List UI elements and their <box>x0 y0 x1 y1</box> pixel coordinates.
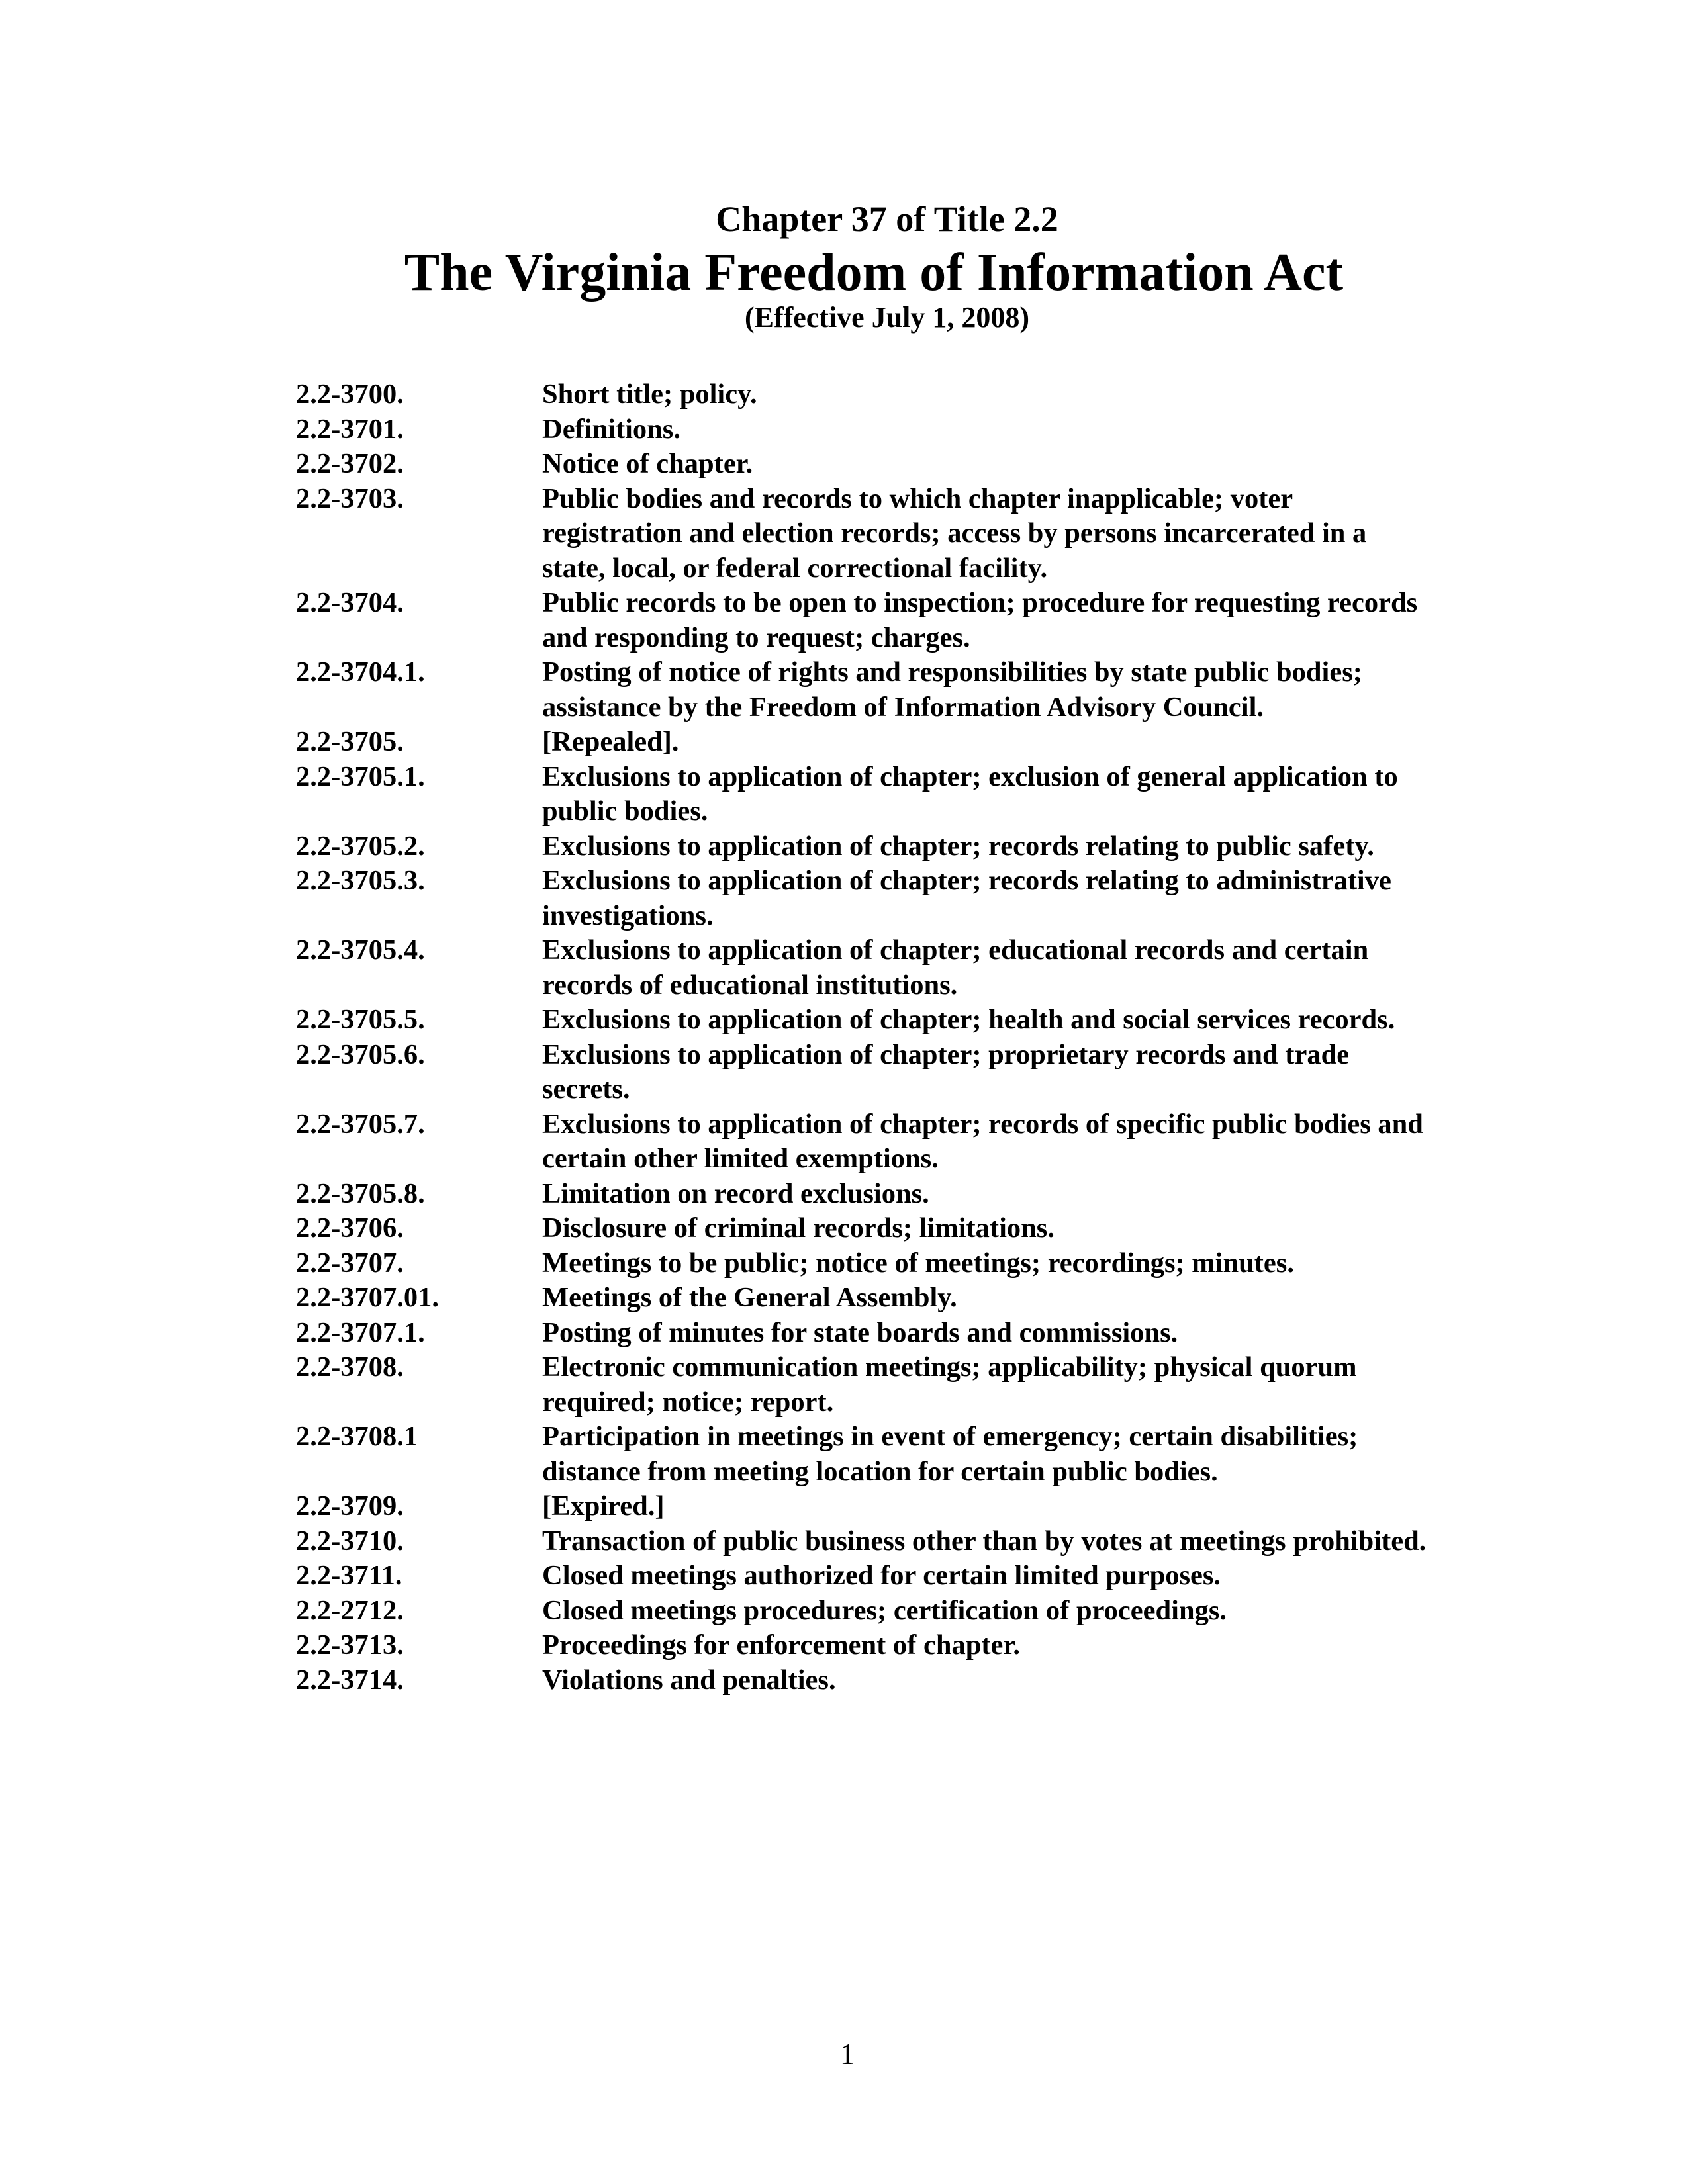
toc-entry: 2.2-3705. [Repealed]. <box>296 725 1461 760</box>
section-title: Closed meetings authorized for certain l… <box>542 1560 1221 1591</box>
section-title: Meetings of the General Assembly. <box>542 1282 957 1313</box>
section-title: Closed meetings procedures; certificatio… <box>542 1594 1227 1626</box>
section-number: 2.2-2712. <box>296 1594 404 1626</box>
section-title: Exclusions to application of chapter; pr… <box>542 1038 1350 1105</box>
section-number: 2.2-3710. <box>296 1525 404 1557</box>
section-number: 2.2-3700. <box>296 379 404 410</box>
section-title: Exclusions to application of chapter; he… <box>542 1004 1395 1035</box>
section-title: Electronic communication meetings; appli… <box>542 1351 1357 1418</box>
section-number: 2.2-3705.6. <box>296 1038 425 1070</box>
section-number: 2.2-3714. <box>296 1664 404 1696</box>
toc-entry: 2.2-3714. Violations and penalties. <box>296 1663 1461 1698</box>
section-title: Meetings to be public; notice of meeting… <box>542 1247 1294 1279</box>
section-number: 2.2-3702. <box>296 448 404 479</box>
section-title: Notice of chapter. <box>542 448 753 479</box>
toc-entry: 2.2-3705.8. Limitation on record exclusio… <box>296 1177 1461 1212</box>
section-number: 2.2-3711. <box>296 1560 402 1591</box>
toc-entry: 2.2-3705.6. Exclusions to application of … <box>296 1038 1461 1107</box>
toc-entry: 2.2-3702. Notice of chapter. <box>296 447 1461 482</box>
toc-entry: 2.2-3706. Disclosure of criminal records;… <box>296 1211 1461 1246</box>
section-number: 2.2-3707. <box>296 1247 404 1279</box>
section-title: Violations and penalties. <box>542 1664 836 1696</box>
section-number: 2.2-3708.1 <box>296 1421 418 1452</box>
toc-entry: 2.2-3705.5. Exclusions to application of … <box>296 1003 1461 1038</box>
toc-entry: 2.2-3704. Public records to be open to in… <box>296 586 1461 655</box>
section-number: 2.2-3705.1. <box>296 760 425 792</box>
toc-entry: 2.2-2712. Closed meetings procedures; cer… <box>296 1594 1461 1629</box>
section-number: 2.2-3705.5. <box>296 1004 425 1035</box>
section-title: Exclusions to application of chapter; re… <box>542 865 1391 931</box>
toc-entry: 2.2-3708.1 Participation in meetings in e… <box>296 1420 1461 1489</box>
section-number: 2.2-3701. <box>296 413 404 445</box>
section-title: Definitions. <box>542 413 680 445</box>
section-title: Proceedings for enforcement of chapter. <box>542 1629 1020 1661</box>
section-title: Public records to be open to inspection;… <box>542 587 1418 653</box>
toc-entry: 2.2-3704.1. Posting of notice of rights a… <box>296 655 1461 725</box>
effective-date: (Effective July 1, 2008) <box>744 301 1030 334</box>
toc-entry: 2.2-3707. Meetings to be public; notice o… <box>296 1246 1461 1281</box>
toc-entry: 2.2-3701. Definitions. <box>296 412 1461 447</box>
toc-entry: 2.2-3711. Closed meetings authorized for … <box>296 1559 1461 1594</box>
toc-entry: 2.2-3708. Electronic communication meetin… <box>296 1350 1461 1420</box>
section-title: Exclusions to application of chapter; ed… <box>542 934 1369 1001</box>
section-number: 2.2-3706. <box>296 1212 404 1244</box>
section-number: 2.2-3705.8. <box>296 1177 425 1209</box>
toc-entry: 2.2-3707.1. Posting of minutes for state … <box>296 1316 1461 1351</box>
toc-entry: 2.2-3700. Short title; policy. <box>296 377 1461 412</box>
section-title: Participation in meetings in event of em… <box>542 1421 1358 1487</box>
section-title: Posting of minutes for state boards and … <box>542 1316 1178 1348</box>
section-number: 2.2-3709. <box>296 1490 404 1522</box>
section-number: 2.2-3707.01. <box>296 1282 440 1313</box>
toc-entry: 2.2-3705.4. Exclusions to application of … <box>296 933 1461 1003</box>
section-number: 2.2-3704. <box>296 587 404 618</box>
toc-entry: 2.2-3703. Public bodies and records to wh… <box>296 482 1461 586</box>
section-number: 2.2-3708. <box>296 1351 404 1383</box>
section-title: Limitation on record exclusions. <box>542 1177 929 1209</box>
section-title: Disclosure of criminal records; limitati… <box>542 1212 1055 1244</box>
section-title: Posting of notice of rights and responsi… <box>542 657 1362 723</box>
toc-entry: 2.2-3705.3. Exclusions to application of … <box>296 864 1461 933</box>
section-number: 2.2-3713. <box>296 1629 404 1661</box>
section-title: Exclusions to application of chapter; re… <box>542 1108 1423 1175</box>
page-number: 1 <box>840 2038 855 2070</box>
section-number: 2.2-3705.4. <box>296 934 425 966</box>
chapter-heading: Chapter 37 of Title 2.2 <box>716 199 1058 239</box>
section-title: Public bodies and records to which chapt… <box>542 482 1367 584</box>
toc-entry: 2.2-3705.7. Exclusions to application of … <box>296 1107 1461 1177</box>
section-number: 2.2-3705.7. <box>296 1108 425 1140</box>
toc-entry: 2.2-3710. Transaction of public business … <box>296 1524 1461 1559</box>
section-number: 2.2-3705. <box>296 726 404 757</box>
toc-entry: 2.2-3713. Proceedings for enforcement of … <box>296 1628 1461 1663</box>
section-title: Short title; policy. <box>542 379 757 410</box>
toc-entry: 2.2-3707.01. Meetings of the General Asse… <box>296 1281 1461 1316</box>
section-title: [Expired.] <box>542 1490 665 1522</box>
section-number: 2.2-3705.2. <box>296 830 425 862</box>
document-title: The Virginia Freedom of Information Act <box>404 244 1344 302</box>
toc-entry: 2.2-3705.1. Exclusions to application of … <box>296 760 1461 829</box>
toc-entry: 2.2-3705.2. Exclusions to application of … <box>296 829 1461 864</box>
table-of-contents: 2.2-3700. Short title; policy. 2.2-3701. De… <box>296 377 1461 1698</box>
section-title: [Repealed]. <box>542 726 679 757</box>
toc-entry: 2.2-3709. [Expired.] <box>296 1489 1461 1524</box>
section-number: 2.2-3703. <box>296 482 404 514</box>
section-number: 2.2-3705.3. <box>296 865 425 896</box>
section-title: Transaction of public business other tha… <box>542 1525 1427 1557</box>
section-number: 2.2-3707.1. <box>296 1316 425 1348</box>
section-title: Exclusions to application of chapter; re… <box>542 830 1374 862</box>
section-number: 2.2-3704.1. <box>296 657 425 688</box>
section-title: Exclusions to application of chapter; ex… <box>542 760 1398 827</box>
